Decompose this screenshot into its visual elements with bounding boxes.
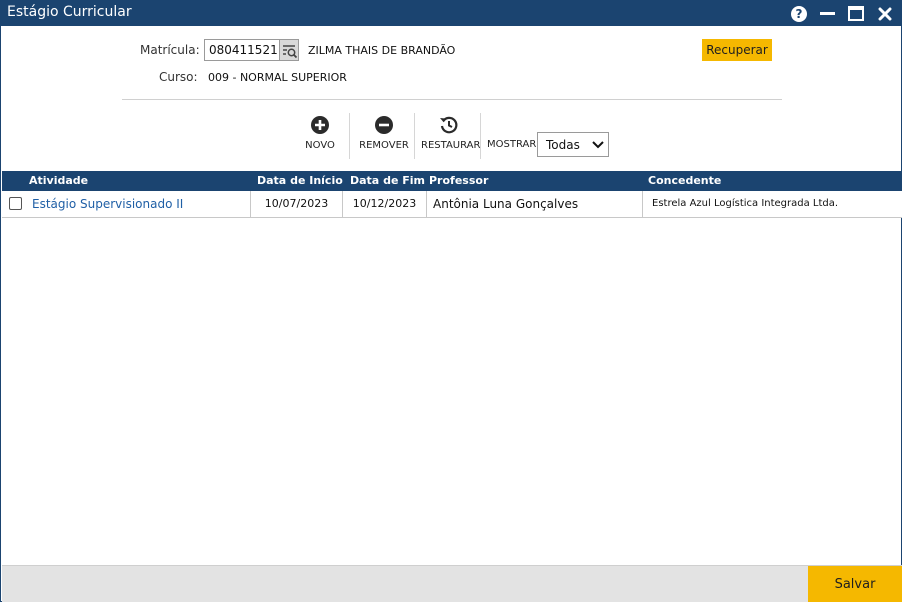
minimize-button[interactable]	[818, 4, 838, 24]
cell-data-inicio: 10/07/2023	[250, 191, 342, 217]
remover-button[interactable]: REMOVER	[359, 115, 409, 151]
add-circle-icon	[311, 116, 329, 134]
matricula-label: Matrícula:	[140, 43, 200, 57]
cell-professor: Antônia Luna Gonçalves	[426, 191, 642, 217]
title-bar[interactable]: Estágio Curricular ?	[1, 1, 901, 26]
search-list-icon	[283, 45, 298, 59]
chevron-down-icon	[592, 141, 604, 149]
help-icon: ?	[791, 6, 807, 22]
divider	[122, 99, 782, 100]
close-button[interactable]	[875, 4, 895, 24]
novo-button[interactable]: NOVO	[300, 115, 340, 151]
toolbar-divider	[349, 113, 350, 159]
student-name: ZILMA THAIS DE BRANDÃO	[308, 44, 456, 57]
close-icon	[878, 7, 892, 21]
column-header-data-inicio[interactable]: Data de Início	[257, 174, 343, 187]
maximize-icon	[848, 6, 864, 21]
mostrar-select[interactable]: Todas	[537, 132, 609, 157]
maximize-button[interactable]	[846, 4, 866, 24]
column-header-professor[interactable]: Professor	[429, 174, 488, 187]
restaurar-label: RESTAURAR	[421, 140, 481, 151]
window-title: Estágio Curricular	[7, 4, 132, 20]
cell-concedente: Estrela Azul Logística Integrada Ltda.	[642, 191, 902, 217]
footer-bar: Salvar	[2, 565, 902, 602]
table-header: Atividade Data de Início Data de Fim Pro…	[2, 171, 902, 191]
salvar-button[interactable]: Salvar	[808, 566, 902, 602]
restore-history-icon	[440, 116, 458, 134]
remove-circle-icon	[375, 116, 393, 134]
column-header-concedente[interactable]: Concedente	[648, 174, 721, 187]
restaurar-button[interactable]: RESTAURAR	[421, 115, 481, 151]
table-row[interactable]: Estágio Supervisionado II 10/07/2023 10/…	[2, 191, 902, 218]
mostrar-label: MOSTRAR:	[487, 139, 540, 150]
recuperar-button[interactable]: Recuperar	[702, 39, 772, 61]
row-checkbox[interactable]	[9, 197, 22, 210]
curso-label: Curso:	[159, 70, 198, 84]
column-header-data-fim[interactable]: Data de Fim	[350, 174, 425, 187]
novo-label: NOVO	[305, 140, 335, 151]
matricula-search-button[interactable]	[279, 39, 299, 61]
estagio-curricular-window: Estágio Curricular ? Matrícula: 08041152…	[0, 0, 902, 602]
remover-label: REMOVER	[359, 140, 409, 151]
toolbar-divider	[414, 113, 415, 159]
mostrar-selected-value: Todas	[546, 138, 580, 152]
help-button[interactable]: ?	[789, 4, 809, 24]
column-header-atividade[interactable]: Atividade	[29, 174, 88, 187]
minimize-icon	[820, 12, 835, 15]
cell-data-fim: 10/12/2023	[342, 191, 426, 217]
matricula-value: 080411521	[209, 43, 278, 57]
toolbar-divider	[480, 113, 481, 159]
curso-value: 009 - NORMAL SUPERIOR	[208, 71, 347, 84]
cell-atividade[interactable]: Estágio Supervisionado II	[32, 191, 250, 217]
